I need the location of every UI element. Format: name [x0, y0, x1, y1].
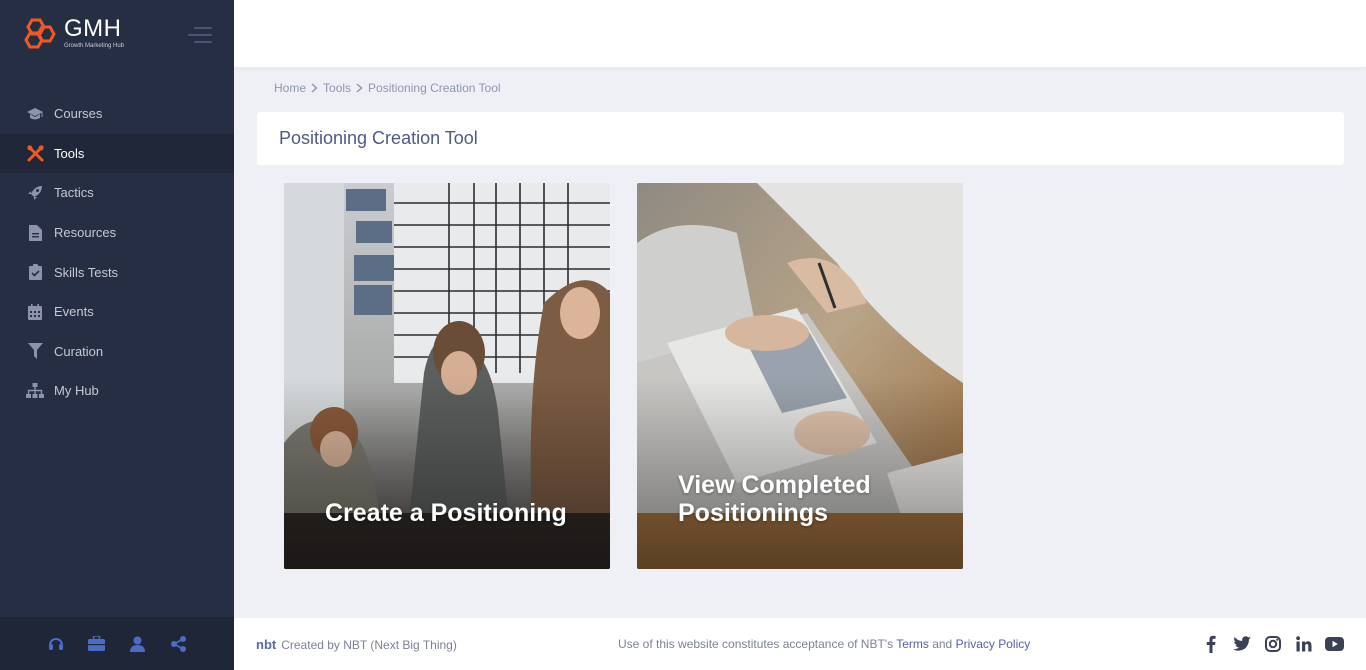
chevron-right-icon [356, 83, 363, 93]
sidebar-item-my-hub[interactable]: My Hub [0, 371, 234, 411]
sidebar-item-label: Curation [54, 343, 104, 359]
breadcrumb-home[interactable]: Home [274, 81, 306, 95]
nbt-logo[interactable]: nbt [256, 637, 276, 652]
sitemap-icon [26, 382, 44, 400]
sidebar-nav: Courses Tools Tactics Resources Skills T… [0, 94, 234, 411]
twitter-icon[interactable] [1232, 634, 1251, 653]
document-icon [26, 224, 44, 242]
brand-title: GMH [64, 14, 122, 42]
chevron-right-icon [311, 83, 318, 93]
sidebar-item-label: Courses [54, 106, 103, 122]
sidebar-item-courses[interactable]: Courses [0, 94, 234, 134]
headset-icon[interactable] [47, 635, 64, 652]
user-icon[interactable] [129, 635, 146, 652]
tools-icon [26, 144, 44, 162]
sidebar-item-label: Skills Tests [54, 264, 119, 280]
notice-and: and [928, 637, 956, 651]
linkedin-icon[interactable] [1294, 634, 1313, 653]
create-positioning-label: Create a Positioning [325, 499, 567, 527]
top-bar [234, 0, 1366, 67]
briefcase-icon[interactable] [88, 635, 105, 652]
privacy-policy-link[interactable]: Privacy Policy [956, 637, 1031, 651]
filter-icon [26, 342, 44, 360]
terms-link[interactable]: Terms [896, 637, 929, 651]
facebook-icon[interactable] [1201, 634, 1220, 653]
menu-toggle-icon[interactable] [188, 27, 212, 45]
sidebar-item-curation[interactable]: Curation [0, 332, 234, 372]
calendar-icon [26, 303, 44, 321]
youtube-icon[interactable] [1325, 634, 1344, 653]
sidebar-item-skills-tests[interactable]: Skills Tests [0, 252, 234, 292]
sidebar-footer [0, 617, 234, 670]
social-links [1201, 634, 1344, 653]
view-completed-card[interactable]: View Completed Positionings [637, 183, 963, 569]
rocket-icon [26, 184, 44, 202]
clipboard-check-icon [26, 263, 44, 281]
notice-text: Use of this website constitutes acceptan… [618, 637, 897, 651]
graduation-cap-icon [26, 105, 44, 123]
sidebar-item-label: Tactics [54, 185, 94, 201]
footer-notice: Use of this website constitutes acceptan… [618, 637, 1030, 651]
sidebar-item-events[interactable]: Events [0, 292, 234, 332]
brand-logo[interactable]: GMH Growth Marketing Hub [22, 16, 124, 50]
created-by-text: Created by NBT (Next Big Thing) [281, 637, 457, 652]
sidebar-item-label: Events [54, 304, 94, 320]
instagram-icon[interactable] [1263, 634, 1282, 653]
sidebar-item-label: Tools [54, 145, 85, 161]
view-completed-label: View Completed Positionings [678, 471, 871, 527]
share-icon[interactable] [170, 635, 187, 652]
sidebar: GMH Growth Marketing Hub Courses Tools T… [0, 0, 234, 670]
gmh-logo-icon [24, 18, 56, 49]
sidebar-item-label: Resources [54, 225, 117, 241]
page-title: Positioning Creation Tool [279, 128, 478, 148]
sidebar-item-resources[interactable]: Resources [0, 213, 234, 253]
breadcrumb-tools[interactable]: Tools [323, 81, 351, 95]
sidebar-item-tactics[interactable]: Tactics [0, 173, 234, 213]
sidebar-item-label: My Hub [54, 383, 99, 399]
sidebar-item-tools[interactable]: Tools [0, 133, 234, 174]
brand-subtitle: Growth Marketing Hub [64, 42, 125, 49]
create-positioning-card[interactable]: Create a Positioning [284, 183, 610, 569]
page-title-card: Positioning Creation Tool [257, 112, 1344, 165]
breadcrumb-current: Positioning Creation Tool [368, 81, 501, 95]
page-footer: nbt Created by NBT (Next Big Thing) Use … [234, 618, 1366, 670]
breadcrumb: Home Tools Positioning Creation Tool [274, 81, 501, 95]
